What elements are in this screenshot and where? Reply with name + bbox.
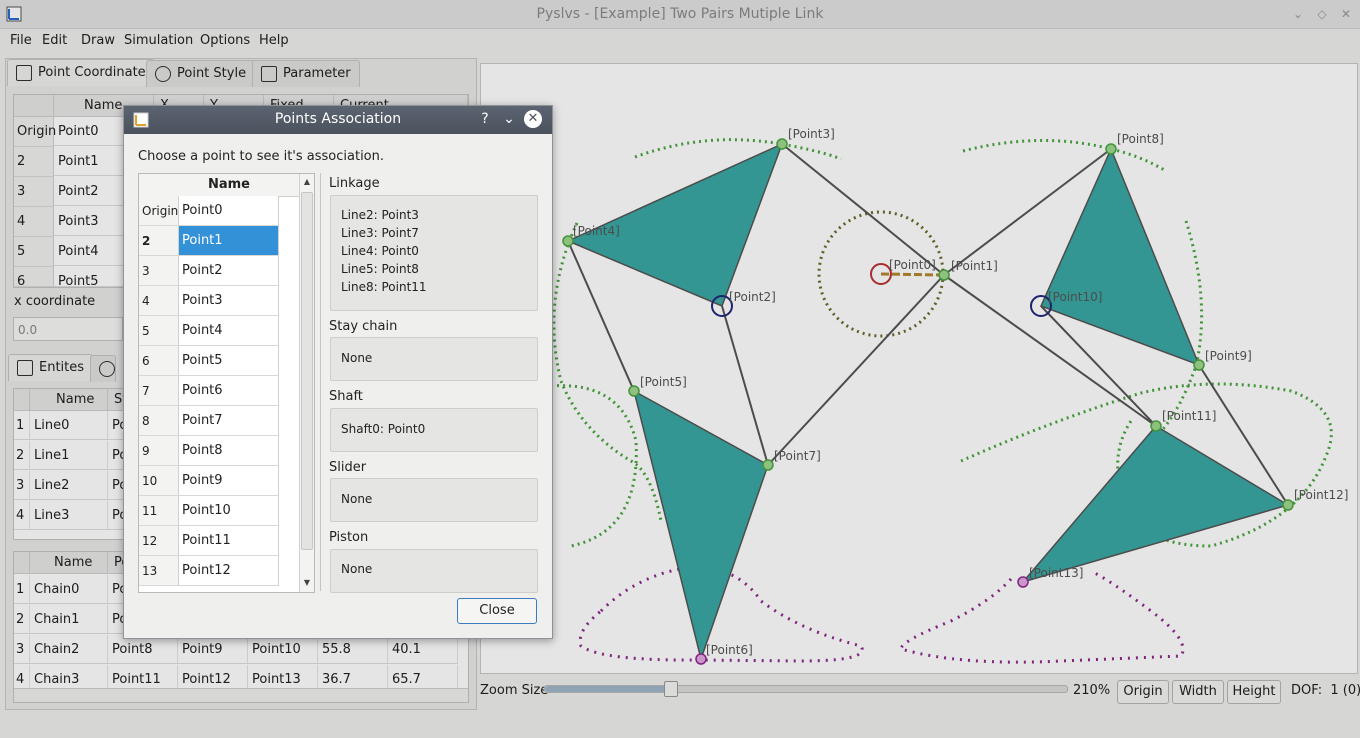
help-icon[interactable]: ? — [476, 111, 494, 127]
list-item-id: 13 — [139, 556, 179, 586]
list-scrollbar[interactable]: ▲ ▼ — [299, 174, 314, 592]
dialog-prompt: Choose a point to see it's association. — [138, 149, 385, 164]
list-item[interactable]: 7 Point6 — [139, 376, 299, 406]
list-item-id: 12 — [139, 526, 179, 556]
list-item-name[interactable]: Point5 — [179, 346, 279, 376]
list-item-id: 5 — [139, 316, 179, 346]
scroll-up-icon[interactable]: ▲ — [300, 177, 314, 186]
slider-label: Slider — [329, 460, 367, 475]
points-association-dialog: Points Association ? ⌄ ✕ Choose a point … — [123, 105, 553, 639]
list-item-id: 11 — [139, 496, 179, 526]
piston-label: Piston — [329, 530, 369, 545]
list-item[interactable]: 13 Point12 — [139, 556, 299, 586]
shaft-box: Shaft0: Point0 — [330, 408, 538, 452]
list-item-id: 2 — [139, 226, 179, 256]
list-item[interactable]: 9 Point8 — [139, 436, 299, 466]
list-item-id: 9 — [139, 436, 179, 466]
close-button[interactable]: Close — [457, 598, 537, 624]
list-item[interactable]: 6 Point5 — [139, 346, 299, 376]
linkage-label: Linkage — [329, 176, 380, 191]
list-item-name[interactable]: Point1 — [179, 226, 279, 256]
linkage-box: Line2: Point3 Line3: Point7 Line4: Point… — [330, 195, 538, 311]
piston-box: None — [330, 549, 538, 593]
slider-box: None — [330, 478, 538, 522]
list-header: Name — [139, 174, 299, 197]
list-item-name[interactable]: Point9 — [179, 466, 279, 496]
list-item-id: 4 — [139, 286, 179, 316]
list-item-id: Origin — [139, 196, 179, 226]
splitter[interactable] — [320, 173, 321, 591]
list-item[interactable]: 5 Point4 — [139, 316, 299, 346]
list-item[interactable]: Origin Point0 — [139, 196, 299, 226]
list-item-id: 3 — [139, 256, 179, 286]
linkage-item: Line8: Point11 — [341, 280, 427, 294]
list-item[interactable]: 8 Point7 — [139, 406, 299, 436]
list-item-name[interactable]: Point8 — [179, 436, 279, 466]
list-item-name[interactable]: Point6 — [179, 376, 279, 406]
list-item[interactable]: 4 Point3 — [139, 286, 299, 316]
linkage-item: Line4: Point0 — [341, 244, 419, 258]
list-item-name[interactable]: Point2 — [179, 256, 279, 286]
list-item-name[interactable]: Point11 — [179, 526, 279, 556]
list-item-name[interactable]: Point10 — [179, 496, 279, 526]
piston-value: None — [341, 562, 373, 576]
point-list[interactable]: Name Origin Point0 2 Point1 3 Point2 4 Point3 5 P… — [138, 173, 315, 593]
list-item-name[interactable]: Point7 — [179, 406, 279, 436]
scroll-down-icon[interactable]: ▼ — [300, 578, 314, 587]
list-header-label: Name — [207, 177, 250, 192]
list-item[interactable]: 3 Point2 — [139, 256, 299, 286]
list-item-name[interactable]: Point12 — [179, 556, 279, 586]
stay-chain-box: None — [330, 337, 538, 381]
stay-chain-label: Stay chain — [329, 319, 398, 334]
list-item[interactable]: 11 Point10 — [139, 496, 299, 526]
list-item-id: 8 — [139, 406, 179, 436]
chevron-down-icon[interactable]: ⌄ — [500, 111, 518, 127]
slider-value: None — [341, 492, 373, 506]
stay-chain-value: None — [341, 351, 373, 365]
list-item-id: 6 — [139, 346, 179, 376]
list-item[interactable]: 10 Point9 — [139, 466, 299, 496]
shaft-value: Shaft0: Point0 — [341, 422, 426, 436]
list-item-name[interactable]: Point0 — [179, 196, 279, 226]
linkage-item: Line3: Point7 — [341, 226, 419, 240]
list-item-name[interactable]: Point4 — [179, 316, 279, 346]
linkage-item: Line5: Point8 — [341, 262, 419, 276]
linkage-item: Line2: Point3 — [341, 208, 419, 222]
list-item[interactable]: 12 Point11 — [139, 526, 299, 556]
scrollbar-thumb[interactable] — [301, 192, 313, 550]
close-icon[interactable]: ✕ — [524, 110, 542, 128]
list-item-name[interactable]: Point3 — [179, 286, 279, 316]
list-item-id: 10 — [139, 466, 179, 496]
dialog-titlebar: Points Association ? ⌄ ✕ — [124, 106, 552, 134]
list-item[interactable]: 2 Point1 — [139, 226, 299, 256]
list-item-id: 7 — [139, 376, 179, 406]
shaft-label: Shaft — [329, 389, 363, 404]
